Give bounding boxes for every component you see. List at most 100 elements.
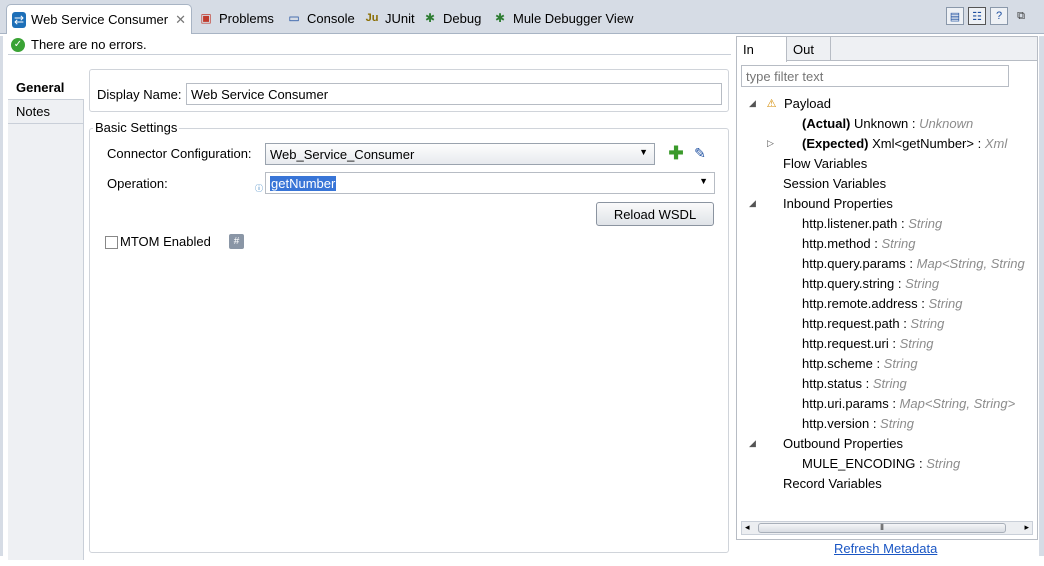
tree-item-payload[interactable]: ◢ ⚠ Payload (749, 93, 831, 113)
tree-item-inbound-prop[interactable]: http.method : String (802, 233, 915, 253)
prop-type: String (928, 295, 963, 311)
console-icon: ▭ (288, 11, 300, 25)
display-name-label: Display Name: (97, 87, 182, 102)
tree-item-inbound-prop[interactable]: http.request.uri : String (802, 333, 934, 353)
tab-label: Problems (219, 10, 274, 26)
metadata-tree: ◢ ⚠ Payload (Actual) Unknown : Unknown ▷… (737, 93, 1037, 519)
operation-value: getNumber (270, 175, 337, 191)
scrollbar-thumb[interactable]: ⦀ (758, 523, 1006, 533)
filter-input[interactable] (741, 65, 1009, 87)
prop-type: String (905, 275, 940, 291)
basic-settings-title: Basic Settings (93, 120, 180, 135)
nav-general[interactable]: General (8, 76, 84, 100)
prop-type: String (872, 375, 907, 391)
tree-label: Outbound Properties (783, 435, 903, 451)
warning-icon: ⚠ (766, 97, 777, 110)
tab-problems[interactable]: ▣ Problems (198, 5, 274, 31)
scroll-right-icon[interactable]: ▸ (1024, 522, 1029, 533)
tree-item-outbound-properties[interactable]: ◢ Outbound Properties (749, 433, 903, 453)
operation-combo[interactable]: getNumber ▼ (265, 172, 715, 194)
tree-item-actual[interactable]: (Actual) Unknown : Unknown (802, 113, 973, 133)
tree-item-inbound-properties[interactable]: ◢ Inbound Properties (749, 193, 893, 213)
chevron-down-icon: ▼ (699, 176, 708, 186)
outline-icon[interactable]: ☷ (968, 7, 986, 25)
editor-tab-bar: ⇄ Web Service Consumer ✕ ▣ Problems ▭ Co… (0, 0, 1044, 34)
metadata-tabs: In Out (737, 37, 1037, 62)
prop-name: http.uri.params (802, 395, 889, 411)
save-icon[interactable]: ▤ (946, 7, 964, 25)
prop-type: String (880, 415, 915, 431)
tree-label: Payload (784, 95, 831, 111)
status-message: There are no errors. (31, 37, 147, 52)
section-nav: General Notes (8, 76, 84, 560)
edit-icon[interactable]: ✎ (692, 145, 708, 161)
tab-mule-debugger[interactable]: ✱ Mule Debugger View (492, 5, 633, 31)
prop-name: http.method (802, 235, 871, 251)
tab-debug[interactable]: ✱ Debug (422, 5, 481, 31)
junit-icon: Ju (365, 12, 379, 24)
tree-item-flow-variables[interactable]: Flow Variables (783, 153, 867, 173)
expression-icon[interactable]: # (229, 234, 244, 249)
problems-icon: ▣ (200, 11, 212, 25)
tab-web-service-consumer[interactable]: ⇄ Web Service Consumer ✕ (6, 4, 192, 34)
tab-label: JUnit (385, 10, 415, 26)
prop-type: String (883, 355, 918, 371)
tab-console[interactable]: ▭ Console (286, 5, 355, 31)
actual-label: (Actual) (802, 115, 851, 131)
info-icon: ⓘ (255, 183, 263, 193)
horizontal-scrollbar[interactable]: ◂ ⦀ ▸ (741, 521, 1033, 535)
tree-item-inbound-prop[interactable]: http.status : String (802, 373, 907, 393)
nav-notes[interactable]: Notes (8, 100, 84, 124)
prop-type: Map<String, String (916, 255, 1025, 271)
expected-label: (Expected) (802, 135, 869, 151)
expected-value: Xml<getNumber> : (872, 135, 982, 151)
actual-type: Unknown (919, 115, 974, 131)
expanded-icon: ◢ (749, 198, 756, 208)
add-icon[interactable]: ✚ (668, 143, 684, 163)
prop-type: Map<String, String> (899, 395, 1016, 411)
expected-type: Xml (984, 135, 1008, 151)
web-service-icon: ⇄ (12, 11, 27, 28)
connector-config-value: Web_Service_Consumer (270, 146, 415, 162)
tab-label: Debug (443, 10, 482, 26)
refresh-metadata-link[interactable]: Refresh Metadata (834, 541, 937, 556)
prop-name: http.version (802, 415, 870, 431)
collapsed-icon: ▷ (767, 138, 774, 148)
validation-status: ✓ There are no errors. (11, 36, 147, 53)
connector-config-label: Connector Configuration: (107, 146, 252, 161)
tree-item-inbound-prop[interactable]: http.listener.path : String (802, 213, 942, 233)
tree-item-inbound-prop[interactable]: http.uri.params : Map<String, String> (802, 393, 1015, 413)
tree-item-inbound-prop[interactable]: http.version : String (802, 413, 914, 433)
prop-type: String (899, 335, 934, 351)
scroll-left-icon[interactable]: ◂ (745, 522, 750, 533)
mtom-checkbox[interactable] (105, 236, 118, 249)
tab-junit[interactable]: Ju JUnit (364, 5, 415, 31)
help-icon[interactable]: ? (990, 7, 1008, 25)
tab-in[interactable]: In (737, 37, 787, 62)
tree-item-record-variables[interactable]: Record Variables (783, 473, 882, 493)
metadata-explorer: In Out ◢ ⚠ Payload (Actual) Unknown : Un… (736, 36, 1038, 540)
prop-name: http.remote.address (802, 295, 918, 311)
tree-item-session-variables[interactable]: Session Variables (783, 173, 886, 193)
tree-item-inbound-prop[interactable]: http.scheme : String (802, 353, 918, 373)
prop-type: String (926, 455, 961, 471)
prop-name: http.listener.path (802, 215, 898, 231)
tab-out[interactable]: Out (787, 37, 831, 61)
tree-item-inbound-prop[interactable]: http.query.string : String (802, 273, 939, 293)
tree-item-expected[interactable]: ▷ (Expected) Xml<getNumber> : Xml (767, 133, 1007, 153)
window-controls: ▤ ☷ ? ⧉ (946, 7, 1030, 25)
chevron-down-icon: ▼ (639, 147, 648, 157)
mule-debugger-icon: ✱ (494, 11, 506, 25)
tree-item-inbound-prop[interactable]: http.remote.address : String (802, 293, 962, 313)
close-icon[interactable]: ✕ (175, 12, 186, 28)
restore-icon[interactable]: ⧉ (1012, 7, 1030, 25)
tree-item-inbound-prop[interactable]: http.query.params : Map<String, String (802, 253, 1025, 273)
debug-bug-icon: ✱ (424, 11, 436, 25)
tree-item-outbound-prop[interactable]: MULE_ENCODING : String (802, 453, 960, 473)
connector-config-select[interactable]: Web_Service_Consumer ▼ (265, 143, 655, 165)
tab-label: Console (307, 10, 355, 26)
display-name-input[interactable]: Web Service Consumer (186, 83, 722, 105)
prop-name: http.status (802, 375, 862, 391)
tree-item-inbound-prop[interactable]: http.request.path : String (802, 313, 944, 333)
reload-wsdl-button[interactable]: Reload WSDL (596, 202, 714, 226)
